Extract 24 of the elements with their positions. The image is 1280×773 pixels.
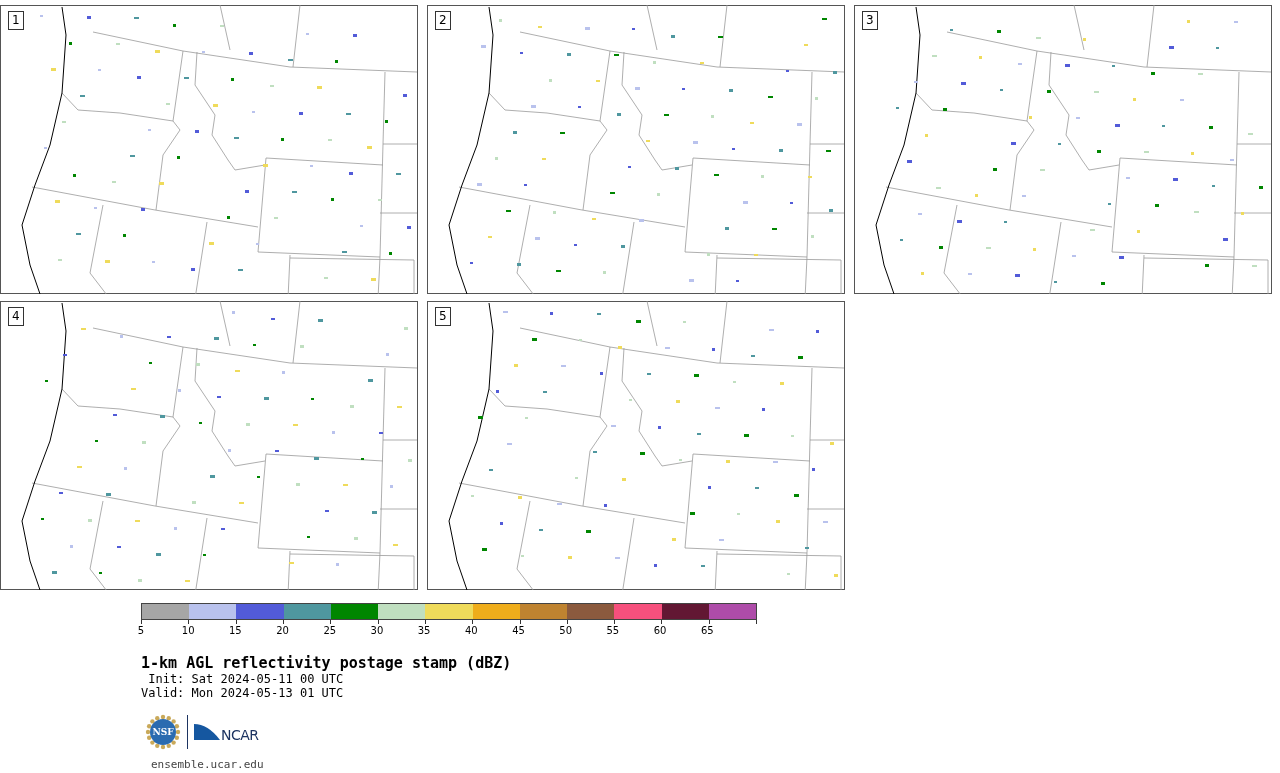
tick-label: 10 xyxy=(180,625,196,637)
valid-time: Valid: Mon 2024-05-13 01 UTC xyxy=(141,686,345,700)
tick-label: 45 xyxy=(511,625,526,637)
tick-label: 5 xyxy=(136,625,146,637)
tick-label: 65 xyxy=(699,625,715,637)
tick-label: 40 xyxy=(463,625,479,637)
init-time: Init: Sat 2024-05-11 00 UTC xyxy=(147,672,345,686)
tick-label: 55 xyxy=(605,625,621,637)
panel-number: 1 xyxy=(8,11,24,30)
panel-number: 2 xyxy=(435,11,451,30)
tick-label: 20 xyxy=(275,625,290,637)
tick-label: 25 xyxy=(322,625,338,637)
tick-label: 60 xyxy=(652,625,668,637)
ncar-logo: NCAR xyxy=(194,722,259,742)
panel-number: 4 xyxy=(8,307,24,326)
tick-label: 35 xyxy=(416,625,432,637)
chart-title: 1-km AGL reflectivity postage stamp (dBZ) xyxy=(141,654,513,672)
tick-label: 50 xyxy=(558,625,574,637)
panel-number: 3 xyxy=(862,11,878,30)
nsf-logo: NSF xyxy=(145,714,181,750)
panel-number: 5 xyxy=(435,307,451,326)
tick-label: 15 xyxy=(228,625,243,637)
website-url: ensemble.ucar.edu xyxy=(151,758,265,771)
tick-label: 30 xyxy=(369,625,385,637)
